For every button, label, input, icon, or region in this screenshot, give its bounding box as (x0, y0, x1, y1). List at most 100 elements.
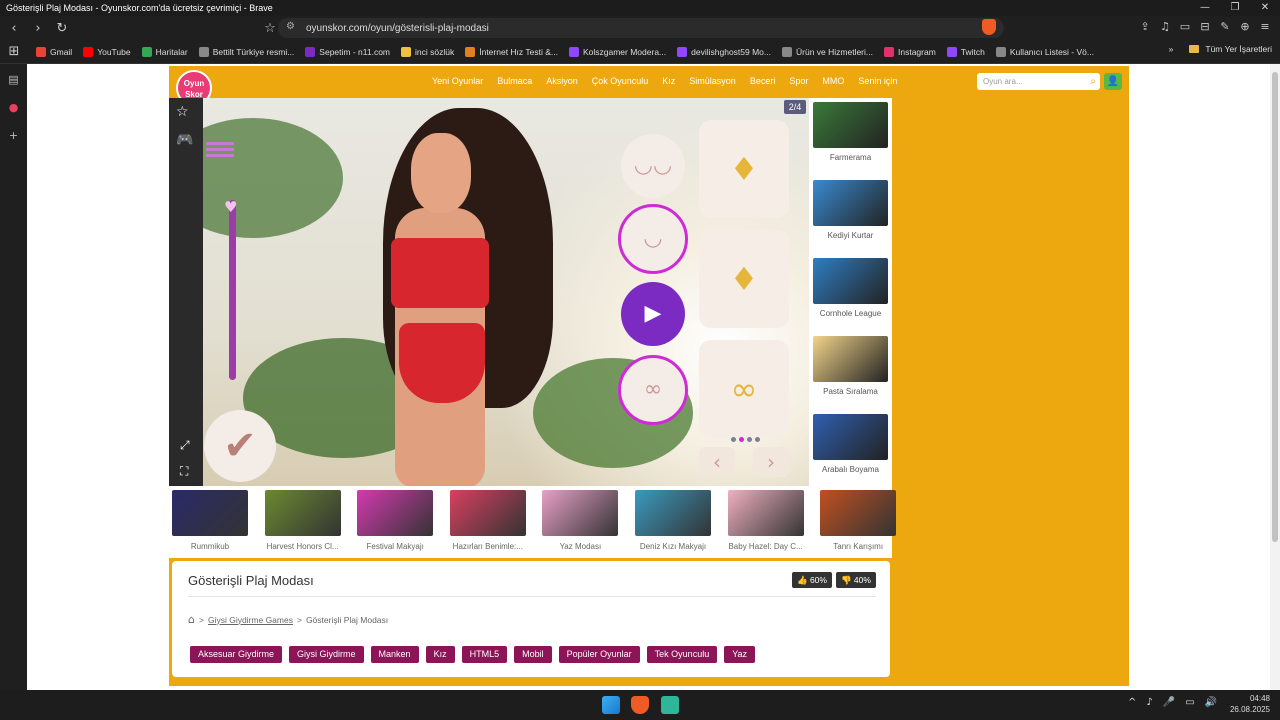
nav-link[interactable]: Kız (662, 73, 675, 89)
nav-link[interactable]: Spor (789, 73, 808, 89)
glasses-option[interactable]: ∞ (618, 355, 688, 425)
tag-button[interactable]: Tek Oyunculu (646, 646, 718, 663)
game-thumbnail[interactable] (357, 490, 434, 536)
sidebar-app-icon[interactable]: ● (0, 96, 27, 120)
size-slider[interactable] (229, 200, 236, 380)
heart-icon[interactable]: ♥ (224, 198, 237, 216)
page-dot[interactable] (747, 437, 752, 442)
search-input[interactable]: Oyun ara... ⌕ (977, 73, 1100, 90)
game-card[interactable]: Yaz Modası (542, 490, 619, 551)
tag-button[interactable]: Mobil (514, 646, 552, 663)
bookmark-item[interactable]: YouTube (83, 46, 131, 57)
game-card[interactable]: Cornhole League (813, 258, 888, 318)
sidebar-add-icon[interactable]: + (0, 124, 27, 148)
leo-icon[interactable]: ✎ (1218, 18, 1232, 36)
game-thumbnail[interactable] (264, 490, 341, 536)
clock[interactable]: 04:48 26.08.2025 (1230, 693, 1270, 715)
address-bar[interactable]: ⚙ oyunskor.com/oyun/gösterisli-plaj-moda… (278, 18, 1004, 38)
nav-link[interactable]: Bulmaca (497, 73, 532, 89)
share-icon[interactable]: ⇪ (1138, 18, 1152, 36)
game-card[interactable]: Harvest Honors Cl... (264, 490, 341, 551)
game-thumbnail[interactable] (542, 490, 619, 536)
done-button[interactable]: ✔ (204, 410, 276, 482)
maximize-icon[interactable]: ❐ (1220, 0, 1250, 16)
app-taskbar-icon[interactable] (661, 696, 679, 714)
home-icon[interactable]: ⌂ (188, 613, 195, 626)
bookmark-item[interactable]: Sepetim - n11.com (305, 46, 390, 57)
reload-icon[interactable]: ↻ (52, 18, 72, 38)
sidebar-panel-icon[interactable]: ▤ (0, 68, 27, 92)
dislike-button[interactable]: 👎 40% (835, 572, 876, 588)
bikini-bottom-option[interactable]: ◡ (618, 204, 688, 274)
tag-button[interactable]: Manken (370, 646, 419, 663)
earring-option[interactable]: ♦ (699, 120, 789, 218)
bookmark-item[interactable]: Ürün ve Hizmetleri... (782, 46, 873, 57)
wallet-icon[interactable]: ⊟ (1198, 18, 1212, 36)
game-thumbnail[interactable] (449, 490, 526, 536)
game-card[interactable]: Pasta Sıralama (813, 336, 888, 396)
bookmark-icon[interactable]: ☆ (260, 18, 280, 38)
menu-icon[interactable] (206, 142, 234, 160)
video-reward-button[interactable]: ▶ (621, 282, 685, 346)
nav-link[interactable]: MMO (822, 73, 844, 89)
vpn-icon[interactable]: ⊕ (1238, 18, 1252, 36)
menu-icon[interactable]: ≡ (1258, 18, 1272, 36)
bookmark-item[interactable]: Gmail (36, 46, 72, 57)
favorite-icon[interactable]: ☆ (176, 104, 189, 120)
breadcrumb-category-link[interactable]: Giysi Giydirme Games (208, 615, 293, 625)
game-thumbnail[interactable] (172, 490, 248, 536)
nav-link[interactable]: Simülasyon (689, 73, 736, 89)
brave-shield-icon[interactable] (982, 19, 996, 35)
expand-icon[interactable]: ⤢ (180, 438, 190, 453)
tag-button[interactable]: Yaz (724, 646, 756, 663)
earring-option[interactable]: ∞ (699, 340, 789, 438)
game-thumbnail[interactable] (813, 414, 888, 460)
bikini-top-option[interactable]: ◡◡ (621, 134, 685, 198)
bookmark-item[interactable]: İnternet Hız Testi &... (465, 46, 558, 57)
bookmark-item[interactable]: Kullanıcı Listesi - Vö... (995, 46, 1094, 57)
forward-icon[interactable]: › (28, 18, 48, 38)
next-arrow-icon[interactable]: › (753, 447, 789, 477)
game-card[interactable]: Hazırları Benimle:... (449, 490, 526, 551)
game-card[interactable]: Baby Hazel: Day C... (727, 490, 804, 551)
game-card[interactable]: Rummikub (172, 490, 248, 551)
game-card[interactable]: Kediyi Kurtar (813, 180, 888, 240)
tag-button[interactable]: Kız (425, 646, 455, 663)
game-thumbnail[interactable] (820, 490, 897, 536)
nav-link[interactable]: Yeni Oyunlar (432, 73, 483, 89)
gamepad-icon[interactable]: 🎮 (176, 132, 193, 148)
tray-overflow-icon[interactable]: ^ (1128, 697, 1136, 708)
nav-link[interactable]: Çok Oyunculu (592, 73, 649, 89)
brave-taskbar-icon[interactable] (631, 696, 649, 714)
site-info-icon[interactable]: ⚙ (286, 21, 295, 32)
bookmark-item[interactable]: Twitch (946, 46, 985, 57)
game-card[interactable]: Farmerama (813, 102, 888, 162)
back-icon[interactable]: ‹ (4, 18, 24, 38)
tag-button[interactable]: Popüler Oyunlar (558, 646, 640, 663)
page-dot[interactable] (739, 437, 744, 442)
scrollbar-thumb[interactable] (1272, 72, 1278, 542)
tag-button[interactable]: Aksesuar Giydirme (190, 646, 283, 663)
game-thumbnail[interactable] (727, 490, 804, 536)
game-thumbnail[interactable] (813, 336, 888, 382)
bookmark-item[interactable]: Instagram (884, 46, 936, 57)
audio-icon[interactable]: ♪ (1146, 697, 1152, 708)
game-card[interactable]: Tanrı Karışımı (820, 490, 897, 551)
game-thumbnail[interactable] (813, 258, 888, 304)
bookmark-item[interactable]: Haritalar (141, 46, 188, 57)
bookmark-item[interactable]: devilishghost59 Mo... (677, 46, 771, 57)
apps-icon[interactable]: ⊞ (4, 42, 24, 62)
fullscreen-icon[interactable]: ⛶ (180, 464, 188, 479)
nav-link[interactable]: Beceri (750, 73, 776, 89)
display-icon[interactable]: ▭ (1185, 697, 1194, 708)
game-thumbnail[interactable] (635, 490, 711, 536)
close-icon[interactable]: ✕ (1250, 0, 1280, 16)
bookmark-item[interactable]: inci sözlük (401, 46, 454, 57)
earring-option[interactable]: ♦ (699, 230, 789, 328)
user-icon[interactable]: 👤 (1104, 73, 1122, 90)
minimize-icon[interactable]: — (1190, 0, 1220, 16)
all-bookmarks-folder[interactable]: Tüm Yer İşaretleri (1205, 44, 1272, 54)
nav-link[interactable]: Senin için (858, 73, 897, 89)
volume-icon[interactable]: 🔊 (1205, 697, 1217, 708)
tag-button[interactable]: HTML5 (461, 646, 508, 663)
